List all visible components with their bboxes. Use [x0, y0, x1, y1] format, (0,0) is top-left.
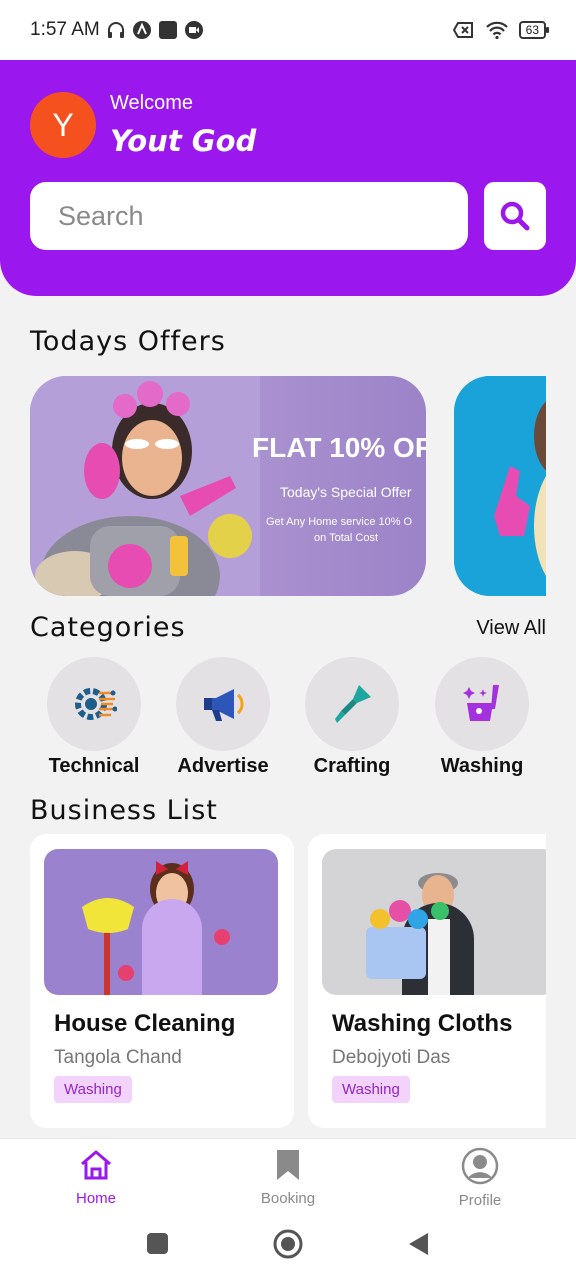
categories-title: Categories: [30, 612, 186, 643]
home-icon: [81, 1150, 111, 1180]
category-crafting[interactable]: Crafting: [292, 657, 412, 778]
search-icon: [500, 201, 530, 231]
cleaning-bucket-icon: [463, 685, 499, 721]
home-button-icon[interactable]: [272, 1228, 304, 1260]
avatar[interactable]: Y: [30, 92, 96, 158]
business-owner: Tangola Chand: [54, 1047, 182, 1068]
business-image: [322, 849, 546, 995]
business-card[interactable]: Washing Cloths Debojyoti Das Washing: [308, 834, 546, 1128]
recent-apps-icon[interactable]: [146, 1232, 170, 1256]
search-input[interactable]: [58, 200, 468, 232]
offer-description: Get Any Home service 10% O: [266, 516, 413, 528]
status-bar: 1:57 AM 63: [0, 0, 576, 60]
profile-icon: [461, 1147, 499, 1185]
category-washing[interactable]: Washing: [422, 657, 542, 778]
business-owner: Debojyoti Das: [332, 1047, 451, 1068]
view-all-link[interactable]: View All: [476, 617, 546, 640]
back-icon[interactable]: [406, 1231, 430, 1257]
status-right: 63: [452, 20, 550, 40]
headphones-icon: [107, 22, 124, 38]
video-call-icon: [184, 21, 203, 39]
status-time: 1:57 AM: [30, 19, 100, 40]
category-icon-wrap: [47, 657, 141, 751]
offer-card[interactable]: [454, 376, 546, 596]
gear-circuit-icon: [75, 688, 117, 720]
nav-home[interactable]: Home: [36, 1147, 156, 1207]
business-title-text: House Cleaning: [54, 1010, 236, 1037]
category-advertise[interactable]: Advertise: [163, 657, 283, 778]
no-sim-icon: [452, 22, 473, 38]
offer-model-image: [454, 376, 546, 596]
category-icon-wrap: [435, 657, 529, 751]
offers-carousel[interactable]: FLAT 10% OF Today's Special Offer Get An…: [30, 376, 546, 596]
offer-headline: FLAT 10% OF: [252, 432, 426, 463]
header: Y Welcome Yout God: [0, 60, 576, 296]
business-tag: Washing: [54, 1076, 132, 1103]
offers-title: Todays Offers: [30, 326, 226, 357]
nav-booking[interactable]: Booking: [228, 1147, 348, 1207]
bottom-nav: Home Booking Profile: [0, 1138, 576, 1218]
wifi-icon: [485, 21, 508, 40]
business-image: [44, 849, 278, 995]
offer-model-image: [30, 376, 260, 596]
offer-description-2: on Total Cost: [314, 532, 379, 544]
category-label: Advertise: [177, 755, 269, 777]
category-technical[interactable]: Technical: [34, 657, 154, 778]
nav-profile[interactable]: Profile: [420, 1147, 540, 1209]
search-box[interactable]: [30, 182, 468, 250]
user-name: Yout God: [110, 124, 257, 158]
square-notification-icon: [158, 21, 177, 39]
status-left: 1:57 AM: [30, 19, 204, 41]
paint-brush-icon: [335, 685, 371, 723]
business-carousel[interactable]: House Cleaning Tangola Chand Washing Was…: [30, 834, 546, 1128]
megaphone-icon: [204, 689, 244, 721]
nav-label: Profile: [458, 1192, 502, 1209]
business-title-text: Washing Cloths: [332, 1010, 513, 1037]
category-icon-wrap: [305, 657, 399, 751]
bookmark-icon: [277, 1150, 299, 1180]
nav-label: Booking: [260, 1190, 316, 1207]
business-title: Business List: [30, 795, 218, 826]
business-tag: Washing: [332, 1076, 410, 1103]
nav-label: Home: [75, 1190, 116, 1207]
category-label: Technical: [48, 755, 140, 777]
category-icon-wrap: [176, 657, 270, 751]
search-button[interactable]: [484, 182, 546, 250]
battery-indicator: 63: [518, 21, 550, 39]
app-notification-icon: [132, 21, 151, 39]
category-label: Washing: [440, 755, 524, 777]
offer-card[interactable]: FLAT 10% OF Today's Special Offer Get An…: [30, 376, 426, 596]
offer-subtitle: Today's Special Offer: [280, 484, 412, 500]
system-nav-bar: [0, 1218, 576, 1280]
category-label: Crafting: [313, 755, 391, 777]
business-card[interactable]: House Cleaning Tangola Chand Washing: [30, 834, 294, 1128]
welcome-label: Welcome: [110, 92, 193, 114]
